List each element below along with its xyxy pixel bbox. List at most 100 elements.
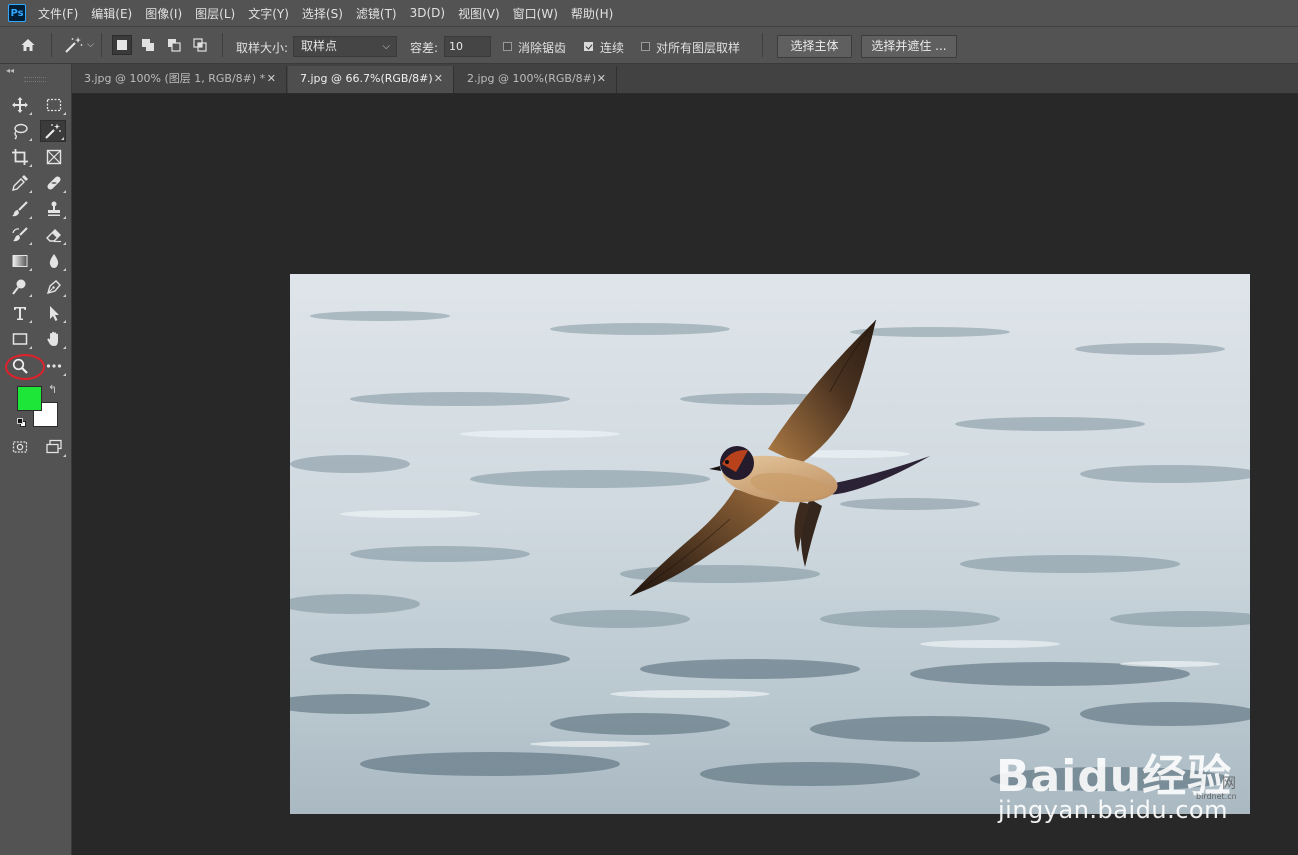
menu-window[interactable]: 窗口(W) — [513, 5, 558, 22]
sample-size-select[interactable]: 取样点 ⌵ — [293, 36, 397, 57]
intersect-selection-icon — [193, 38, 207, 52]
magic-wand-tool[interactable] — [40, 120, 66, 142]
clone-stamp-tool[interactable] — [41, 198, 67, 220]
magic-wand-icon — [45, 123, 61, 139]
collapse-panel-icon[interactable]: ◂◂ — [6, 66, 14, 75]
contiguous-label: 连续 — [600, 41, 625, 55]
submenu-indicator — [29, 190, 32, 193]
eyedropper-tool[interactable] — [7, 172, 33, 194]
contiguous-checkbox[interactable] — [584, 42, 593, 51]
tab-2jpg[interactable]: 2.jpg @ 100%(RGB/8#) ✕ — [455, 66, 617, 93]
magic-wand-icon — [65, 37, 83, 53]
foreground-color-swatch[interactable] — [17, 386, 42, 411]
path-selection-tool[interactable] — [41, 302, 67, 324]
submenu-indicator — [63, 268, 66, 271]
spot-healing-brush-tool[interactable] — [41, 172, 67, 194]
sample-all-layers-checkbox[interactable] — [641, 42, 650, 51]
subtract-from-selection-button[interactable] — [164, 35, 184, 55]
eraser-icon — [46, 229, 61, 243]
move-tool[interactable] — [7, 94, 33, 116]
quick-mask-icon — [12, 441, 28, 453]
close-icon[interactable]: ✕ — [434, 66, 443, 92]
select-and-mask-button[interactable]: 选择并遮住 ... — [861, 35, 957, 58]
type-tool[interactable] — [7, 302, 33, 324]
menu-edit[interactable]: 编辑(E) — [91, 5, 132, 22]
swallow-over-water-photo — [290, 274, 1250, 814]
default-colors-icon[interactable] — [17, 418, 27, 428]
submenu-indicator — [29, 216, 32, 219]
antialias-checkbox[interactable] — [503, 42, 512, 51]
gradient-tool[interactable] — [7, 250, 33, 272]
sample-all-layers-label: 对所有图层取样 — [656, 41, 741, 55]
new-selection-icon — [117, 40, 127, 50]
menu-filter[interactable]: 滤镜(T) — [356, 5, 397, 22]
tolerance-input[interactable]: 10 — [444, 36, 491, 57]
hand-tool[interactable] — [41, 328, 67, 350]
screen-mode-button[interactable] — [41, 436, 67, 458]
eyedropper-icon — [12, 175, 28, 191]
home-button[interactable] — [16, 35, 40, 55]
home-icon — [21, 39, 35, 51]
new-selection-button[interactable] — [112, 35, 132, 55]
submenu-indicator — [63, 242, 66, 245]
tab-label: 7.jpg @ 66.7%(RGB/8#) — [300, 72, 433, 85]
lasso-icon — [14, 123, 28, 140]
separator — [222, 33, 223, 57]
menu-file[interactable]: 文件(F) — [38, 5, 78, 22]
submenu-indicator — [29, 164, 32, 167]
tool-preset-picker[interactable]: ⌵ — [60, 35, 98, 55]
submenu-indicator — [63, 190, 66, 193]
stamp-icon — [48, 201, 60, 216]
menu-3d[interactable]: 3D(D) — [410, 6, 445, 20]
hand-icon — [47, 331, 58, 346]
rectangular-marquee-tool[interactable] — [41, 94, 67, 116]
pen-tool[interactable] — [41, 276, 67, 298]
close-icon[interactable]: ✕ — [267, 66, 276, 92]
intersect-selection-button[interactable] — [190, 35, 210, 55]
select-subject-button[interactable]: 选择主体 — [777, 35, 852, 58]
frame-tool[interactable] — [41, 146, 67, 168]
submenu-indicator — [63, 346, 66, 349]
history-brush-tool[interactable] — [7, 224, 33, 246]
menu-layer[interactable]: 图层(L) — [195, 5, 235, 22]
submenu-indicator — [29, 346, 32, 349]
more-dots-icon — [46, 364, 62, 368]
menu-type[interactable]: 文字(Y) — [248, 5, 289, 22]
dodge-icon — [12, 279, 26, 295]
menu-image[interactable]: 图像(I) — [145, 5, 182, 22]
menu-bar: Ps 文件(F) 编辑(E) 图像(I) 图层(L) 文字(Y) 选择(S) 滤… — [0, 0, 1298, 26]
photoshop-logo-icon[interactable]: Ps — [8, 4, 26, 22]
quick-mask-button[interactable] — [7, 436, 33, 458]
move-icon — [12, 97, 28, 113]
dodge-tool[interactable] — [7, 276, 33, 298]
eraser-tool[interactable] — [41, 224, 67, 246]
tab-7jpg[interactable]: 7.jpg @ 66.7%(RGB/8#) ✕ — [288, 66, 454, 93]
blur-tool[interactable] — [41, 250, 67, 272]
add-to-selection-button[interactable] — [138, 35, 158, 55]
menu-select[interactable]: 选择(S) — [302, 5, 343, 22]
submenu-indicator — [63, 216, 66, 219]
chevron-down-icon: ⌵ — [87, 40, 94, 50]
zoom-tool-highlight — [5, 354, 45, 380]
watermark-net: 网 — [1222, 776, 1236, 792]
crop-icon — [12, 149, 28, 165]
panel-grip[interactable] — [24, 77, 46, 82]
submenu-indicator — [29, 268, 32, 271]
brush-tool[interactable] — [7, 198, 33, 220]
menu-help[interactable]: 帮助(H) — [571, 5, 613, 22]
tolerance-value: 10 — [449, 40, 463, 53]
options-bar: ⌵ 取样大小: 取样点 ⌵ 容差: 10 消除锯齿 连续 对所有图层取样 选择主… — [0, 26, 1298, 64]
watermark-url: jingyan.baidu.com — [998, 796, 1228, 824]
tab-3jpg[interactable]: 3.jpg @ 100% (图层 1, RGB/8#) * ✕ — [72, 66, 287, 93]
submenu-indicator — [29, 242, 32, 245]
rectangle-icon — [12, 333, 28, 345]
document-canvas[interactable] — [290, 274, 1250, 814]
menu-view[interactable]: 视图(V) — [458, 5, 500, 22]
swap-colors-icon[interactable]: ↰ — [48, 383, 57, 396]
close-icon[interactable]: ✕ — [597, 66, 606, 92]
crop-tool[interactable] — [7, 146, 33, 168]
history-brush-icon — [12, 227, 28, 242]
lasso-tool[interactable] — [7, 120, 33, 142]
rectangle-tool[interactable] — [7, 328, 33, 350]
add-selection-icon — [142, 39, 154, 51]
